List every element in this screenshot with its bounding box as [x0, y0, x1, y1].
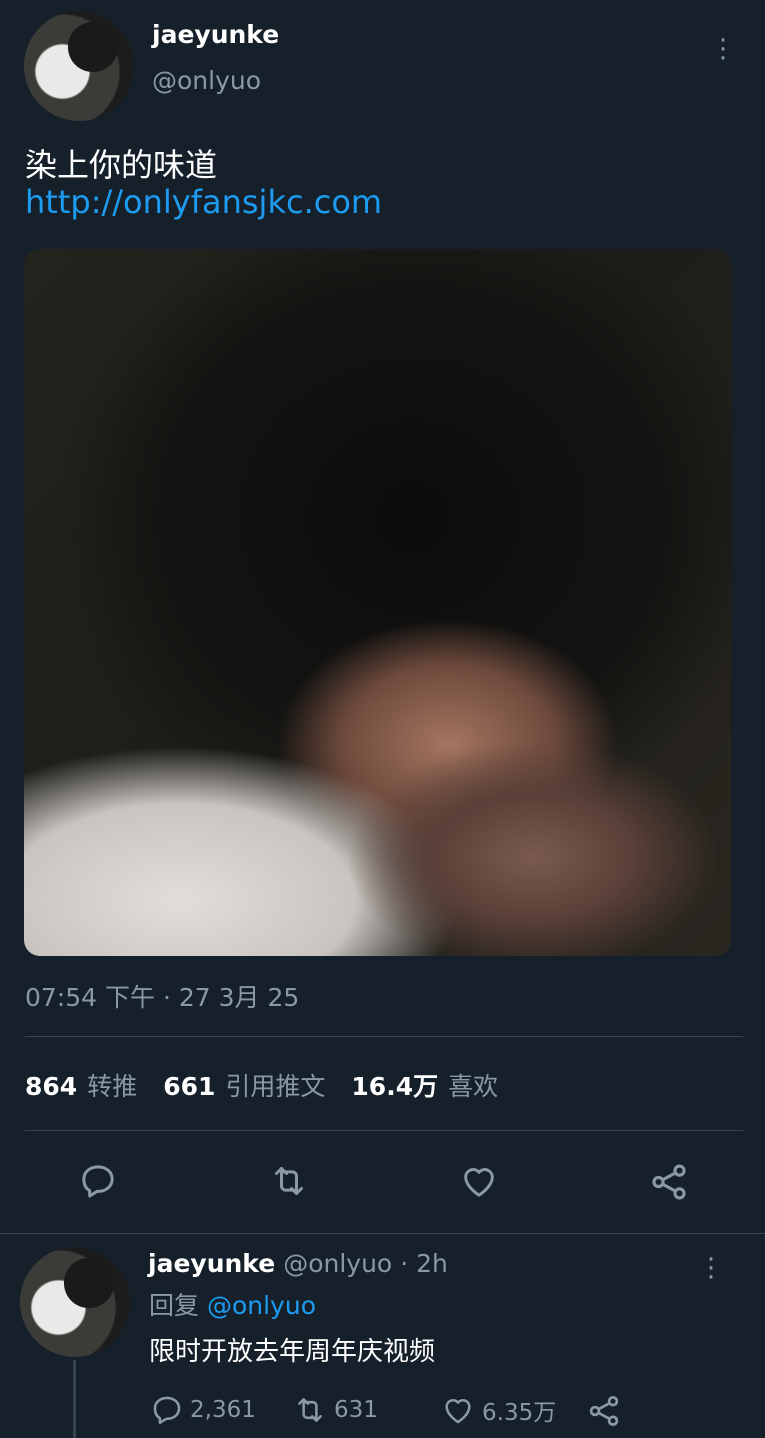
stats-row: 864 转推 661 引用推文 16.4万 喜欢 [25, 1067, 498, 1103]
like-count: 6.35万 [482, 1400, 557, 1426]
tweet-link[interactable]: http://onlyfansjkc.com [25, 183, 382, 221]
retweets-count[interactable]: 864 [25, 1072, 77, 1101]
likes-label[interactable]: 喜欢 [448, 1067, 498, 1103]
reply-more-options-icon[interactable]: · · · [704, 1247, 718, 1291]
like-icon[interactable] [458, 1161, 500, 1201]
divider-middle [25, 1130, 743, 1131]
reply-prefix: 回复 [149, 1291, 200, 1320]
reply-display-name[interactable]: jaeyunke [148, 1249, 275, 1278]
tweet-timestamp[interactable]: 07:54 下午 · 27 3月 25 [25, 978, 299, 1014]
likes-count[interactable]: 16.4万 [351, 1067, 438, 1103]
reply-author-avatar[interactable] [20, 1247, 130, 1357]
author-handle[interactable]: @onlyuo [152, 66, 261, 95]
reply-time[interactable]: · 2h [400, 1249, 448, 1278]
reply-text: 限时开放去年周年庆视频 [149, 1337, 436, 1367]
divider-top [25, 1036, 743, 1037]
divider-bottom [0, 1233, 765, 1234]
reply-icon[interactable] [78, 1161, 118, 1201]
reply-handle[interactable]: @onlyuo [283, 1249, 392, 1278]
retweet-icon[interactable] [268, 1161, 310, 1201]
reply-like-button[interactable]: 6.35万 [440, 1393, 556, 1427]
retweet-count: 631 [334, 1397, 378, 1423]
tweet-text: 染上你的味道 [25, 146, 218, 184]
author-display-name[interactable]: jaeyunke [152, 20, 279, 49]
quotes-label[interactable]: 引用推文 [225, 1067, 325, 1103]
reply-small-icon [153, 1396, 181, 1425]
share-icon[interactable] [648, 1161, 690, 1203]
retweet-small-icon [298, 1398, 322, 1422]
reply-share-button[interactable] [586, 1393, 622, 1433]
reply-reply-button[interactable]: 2,361 [150, 1393, 256, 1427]
reply-count: 2,361 [190, 1397, 256, 1423]
thread-line [73, 1360, 76, 1438]
like-small-icon [445, 1398, 471, 1424]
retweets-label[interactable]: 转推 [87, 1067, 137, 1103]
reply-header: jaeyunke @onlyuo · 2h [148, 1249, 448, 1278]
share-small-icon [589, 1396, 619, 1426]
reply-to-line: 回复 @onlyuo [149, 1286, 316, 1322]
more-options-icon[interactable]: · · · [716, 28, 730, 72]
quotes-count[interactable]: 661 [163, 1072, 215, 1101]
reply-to-handle[interactable]: @onlyuo [207, 1291, 316, 1320]
reply-retweet-button[interactable]: 631 [292, 1393, 378, 1427]
reply-action-bar: 2,361 631 6.35万 [150, 1393, 630, 1429]
tweet-photo[interactable] [24, 249, 731, 956]
author-avatar[interactable] [24, 11, 134, 121]
